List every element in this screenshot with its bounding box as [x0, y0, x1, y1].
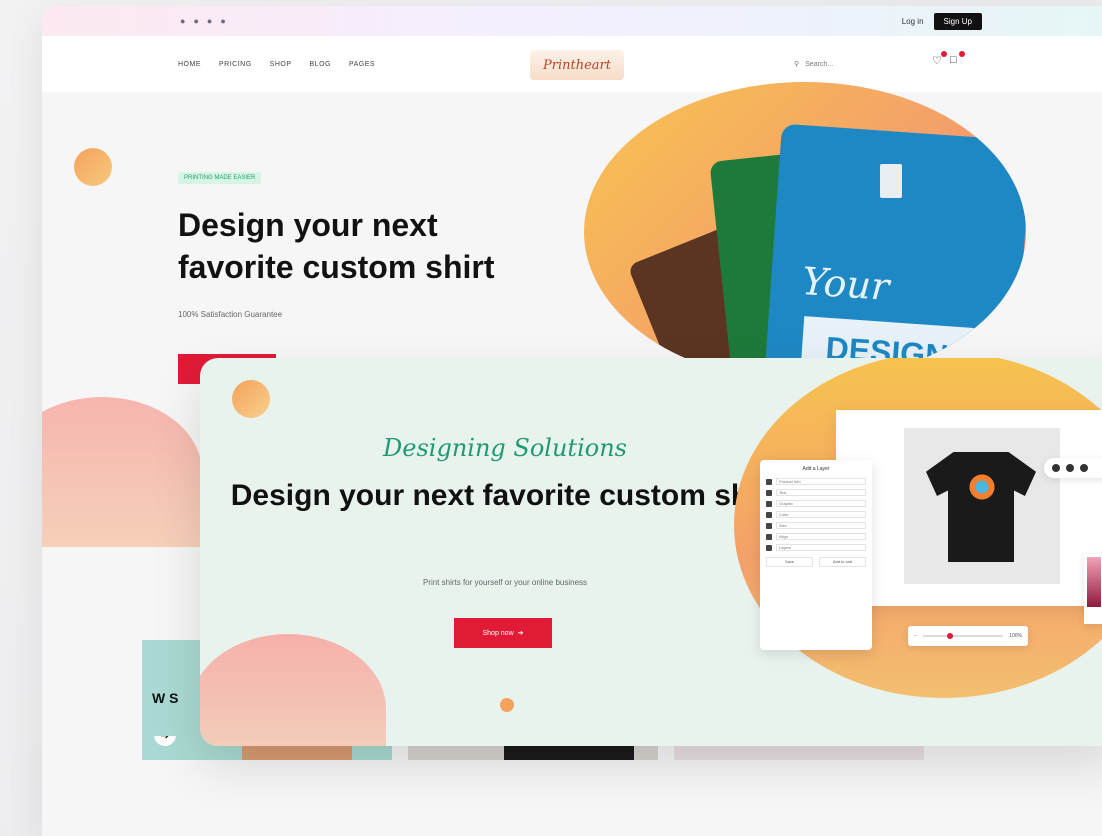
pinterest-icon[interactable]: ●	[220, 16, 225, 26]
color-gradient[interactable]	[1087, 557, 1101, 607]
decorative-dot	[74, 148, 112, 186]
undo-icon[interactable]	[1080, 464, 1088, 472]
nav-home[interactable]: HOME	[178, 61, 201, 68]
nav-blog[interactable]: BLOG	[310, 61, 331, 68]
hero-image: Your DESIGN	[584, 82, 1026, 382]
layers-icon[interactable]	[1066, 464, 1074, 472]
wishlist-icon[interactable]: ♡	[932, 51, 947, 67]
shirt-tag	[880, 164, 902, 198]
save-design-button[interactable]: Save	[766, 557, 813, 567]
social-links: ● ● ● ●	[180, 16, 226, 26]
top-bar: ● ● ● ● Log in Sign Up	[42, 6, 1102, 36]
panel-row[interactable]: Text	[766, 489, 866, 496]
zoom-knob[interactable]	[947, 633, 953, 639]
nav-pages[interactable]: PAGES	[349, 61, 375, 68]
panel-row[interactable]: Layers	[766, 544, 866, 551]
hero-badge: PRINTING MADE EASIER	[178, 172, 262, 184]
cart-badge	[959, 51, 965, 57]
decorative-blob	[42, 397, 202, 547]
search-input[interactable]: ⚲ Search...	[794, 56, 914, 72]
shop-now-button[interactable]: Shop now ➔	[454, 618, 552, 648]
align-tool-icon	[766, 533, 772, 540]
panel-row[interactable]: Size	[766, 522, 866, 529]
panel-field: Color	[776, 511, 866, 518]
front-title: Design your next favorite custom shirt	[230, 479, 780, 512]
login-link[interactable]: Log in	[902, 17, 924, 26]
shirt-print-your: Your	[800, 259, 891, 309]
panel-field: Layers	[776, 544, 866, 551]
panel-title: Add a Layer	[802, 466, 830, 472]
design-canvas[interactable]	[836, 410, 1102, 606]
nav-icons: ♡ □	[932, 51, 965, 67]
size-tool-icon	[766, 522, 772, 529]
editor-toolbar	[1044, 458, 1102, 478]
facebook-icon[interactable]: ●	[193, 16, 198, 26]
search-placeholder: Search...	[805, 60, 834, 68]
instagram-icon[interactable]: ●	[207, 16, 212, 26]
search-icon: ⚲	[794, 61, 800, 68]
panel-field: Align	[776, 533, 866, 540]
decorative-dot	[232, 380, 270, 418]
panel-field: Graphic	[776, 500, 866, 507]
shirt-print-graphic[interactable]	[968, 472, 996, 502]
text-tool-icon	[766, 489, 772, 496]
front-subtitle: Print shirts for yourself or your online…	[422, 578, 588, 587]
wishlist-badge	[941, 51, 947, 57]
panel-field: Product Info	[776, 478, 866, 485]
nav-shop[interactable]: SHOP	[270, 61, 292, 68]
nav-pricing[interactable]: PRICING	[219, 61, 252, 68]
arrow-right-icon: ➔	[517, 630, 524, 637]
panel-field: Size	[776, 522, 866, 529]
panel-field: Text	[776, 489, 866, 496]
tool-icon	[766, 478, 772, 485]
cart-icon[interactable]: □	[950, 51, 965, 66]
zoom-level: 100%	[1009, 633, 1022, 639]
layers-tool-icon	[766, 544, 772, 551]
signup-button[interactable]: Sign Up	[933, 12, 982, 30]
auth-links: Log in Sign Up	[902, 12, 982, 30]
decorative-blob	[200, 634, 386, 746]
settings-icon[interactable]	[1052, 464, 1060, 472]
panel-row[interactable]: Product Info	[766, 478, 866, 485]
hero-title: Design your next favorite custom shirt	[178, 207, 495, 285]
tshirt-stack-image: Your DESIGN	[612, 112, 1026, 382]
graphic-tool-icon	[766, 500, 772, 507]
panel-row[interactable]: Graphic	[766, 500, 866, 507]
panel-row[interactable]: Align	[766, 533, 866, 540]
panel-actions: Save Add to cart	[766, 557, 866, 567]
site-logo[interactable]: Printheart	[530, 50, 624, 80]
front-script-title: Designing Solutions	[383, 434, 627, 462]
color-tool-icon	[766, 511, 772, 518]
twitter-icon[interactable]: ●	[180, 16, 185, 26]
zoom-out-icon[interactable]: −	[914, 633, 917, 639]
hero-subtitle: 100% Satisfaction Guarantee	[178, 310, 283, 319]
front-browser-window: Designing Solutions Design your next fav…	[200, 358, 1102, 746]
panel-row[interactable]: Color	[766, 511, 866, 518]
zoom-slider[interactable]	[922, 633, 1004, 639]
shop-now-label: Shop now	[482, 629, 514, 637]
add-to-cart-button[interactable]: Add to cart	[819, 557, 866, 567]
category-card-text: W S	[142, 676, 182, 736]
nav-links: HOME PRICING SHOP BLOG PAGES	[178, 61, 375, 68]
main-navbar: HOME PRICING SHOP BLOG PAGES Printheart …	[42, 36, 1102, 92]
carousel-dot[interactable]	[500, 698, 514, 712]
zoom-control: − 100%	[908, 626, 1028, 646]
color-picker[interactable]	[1084, 554, 1102, 624]
editor-layer-panel: Add a Layer Product Info Text Graphic Co…	[760, 460, 872, 650]
